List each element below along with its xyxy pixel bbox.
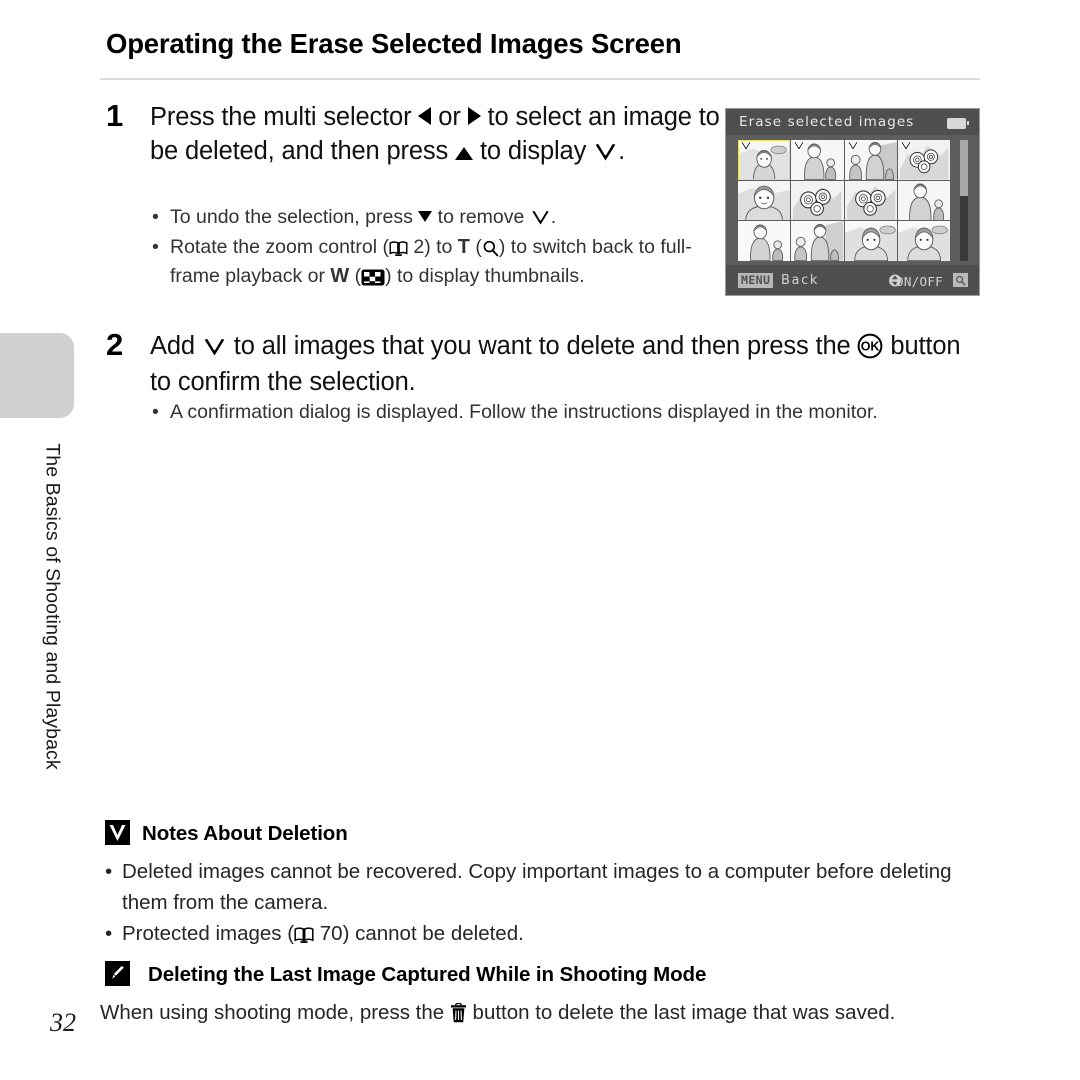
notes-list: • Deleted images cannot be recovered. Cop… xyxy=(100,856,980,949)
notes-page-ref: 70 xyxy=(319,922,343,945)
step-1-text-end: . xyxy=(618,137,626,165)
checkmark-icon xyxy=(202,337,227,364)
pencil-badge-icon xyxy=(105,961,130,986)
tip-paragraph: When using shooting mode, press the butt… xyxy=(100,997,980,1028)
step-1-bullets: • To undo the selection, press to remove … xyxy=(148,203,728,292)
step-2-text-middle: to all images that you want to delete an… xyxy=(226,332,858,360)
checkmark-icon xyxy=(793,141,806,151)
checkmark-icon xyxy=(740,141,752,151)
tip-text-after: button to delete the last image that was… xyxy=(466,1001,896,1024)
bullet-2-text-e: ) to display thumbnails. xyxy=(385,265,585,287)
bullet-dot: • xyxy=(105,922,113,945)
notes-item-text: Deleted images cannot be recovered. Copy… xyxy=(122,860,952,914)
bullet-2-text-b: ( xyxy=(469,236,482,258)
multi-selector-down-icon xyxy=(418,211,433,222)
notes-item: • Deleted images cannot be recovered. Cop… xyxy=(100,856,980,918)
bullet-2-text-d: ( xyxy=(349,265,362,287)
bullet-1-text-b: to remove xyxy=(432,206,530,228)
step-1-text-part-3: to display xyxy=(473,137,594,165)
step-2-number: 2 xyxy=(106,327,124,362)
step-1-text-or: or xyxy=(431,103,468,131)
thumbnail-item[interactable] xyxy=(897,180,950,221)
bullet-2-page-ref: 2) to xyxy=(407,236,458,258)
tip-text-before: When using shooting mode, press the xyxy=(100,1001,450,1024)
bullet-dot: • xyxy=(152,236,159,258)
checkmark-icon xyxy=(846,141,859,151)
book-icon xyxy=(294,926,314,948)
thumbnail-item[interactable] xyxy=(844,180,897,221)
page-content: Operating the Erase Selected Images Scre… xyxy=(100,0,980,1080)
tip-heading: Deleting the Last Image Captured While i… xyxy=(148,963,707,986)
ok-button-icon: OK xyxy=(857,333,883,365)
step-2-text: Add to all images that you want to delet… xyxy=(150,329,980,399)
notes-item-prefix: Protected images ( xyxy=(122,922,295,945)
camera-screen-illustration: Erase selected images MENU Back ON/OFF xyxy=(725,108,980,296)
step-2-bullet-1: • A confirmation dialog is displayed. Fol… xyxy=(148,398,978,427)
chapter-label: The Basics of Shooting and Playback xyxy=(41,443,64,770)
page-title: Operating the Erase Selected Images Scre… xyxy=(106,28,682,59)
thumbnail-item[interactable] xyxy=(791,180,844,221)
step-1-bullet-1: • To undo the selection, press to remove … xyxy=(148,203,728,232)
bullet-dot: • xyxy=(152,206,159,228)
notes-item-suffix: ) cannot be deleted. xyxy=(342,922,524,945)
bullet-1-text-c: . xyxy=(550,206,557,228)
thumbnail-item[interactable] xyxy=(897,140,950,180)
thumbnail-item[interactable] xyxy=(738,180,791,221)
camera-bottom-bar: MENU Back ON/OFF xyxy=(726,265,979,295)
thumbnail-item[interactable] xyxy=(844,140,897,180)
bullet-dot: • xyxy=(152,401,159,423)
menu-badge[interactable]: MENU xyxy=(738,273,774,288)
step-2-bullets: • A confirmation dialog is displayed. Fol… xyxy=(148,398,978,428)
checkmark-icon xyxy=(899,141,912,151)
thumbnail-item[interactable] xyxy=(791,221,844,261)
thumbnail-item[interactable] xyxy=(791,140,844,180)
notes-item: • Protected images ( 70) cannot be delete… xyxy=(100,918,980,949)
wide-letter: W xyxy=(330,265,350,287)
camera-scrollbar-thumb[interactable] xyxy=(960,140,968,196)
page-number: 32 xyxy=(50,1008,76,1037)
step-1-text: Press the multi selector or to select an… xyxy=(150,100,725,169)
step-1-bullet-2: • Rotate the zoom control ( 2) to T ( ) to… xyxy=(148,233,728,291)
bullet-1-text-a: To undo the selection, press xyxy=(170,206,419,228)
multi-selector-left-icon xyxy=(418,107,432,125)
thumbnail-icon xyxy=(361,269,385,291)
tele-letter: T xyxy=(457,236,470,258)
checkmark-icon xyxy=(593,142,618,169)
checkmark-badge-icon xyxy=(105,820,130,845)
onoff-label: ON/OFF xyxy=(896,274,943,289)
camera-scrollbar[interactable] xyxy=(960,140,968,261)
step-2-text-start: Add xyxy=(150,332,202,360)
book-icon xyxy=(389,240,408,261)
back-label: Back xyxy=(781,273,819,288)
title-divider xyxy=(100,78,980,80)
svg-text:OK: OK xyxy=(861,340,880,354)
camera-screen-title: Erase selected images xyxy=(739,114,915,130)
camera-title-bar: Erase selected images xyxy=(726,109,979,135)
thumbnail-item[interactable] xyxy=(738,140,791,180)
thumbnail-item[interactable] xyxy=(897,221,950,261)
magnifier-icon xyxy=(482,240,499,262)
checkmark-icon xyxy=(530,209,551,232)
bullet-dot: • xyxy=(105,860,113,883)
battery-icon xyxy=(947,118,969,129)
thumbnail-item[interactable] xyxy=(844,221,897,261)
multi-selector-right-icon xyxy=(467,107,481,125)
notes-heading: Notes About Deletion xyxy=(142,822,348,845)
trash-icon xyxy=(450,1002,467,1028)
magnifier-icon[interactable] xyxy=(953,273,968,287)
thumbnail-item[interactable] xyxy=(738,221,791,261)
step-2-bullet-1-text: A confirmation dialog is displayed. Foll… xyxy=(170,401,878,423)
step-1-text-part-1: Press the multi selector xyxy=(150,103,419,131)
thumbnail-grid xyxy=(738,140,950,261)
bullet-2-text-a: Rotate the zoom control ( xyxy=(170,236,389,258)
step-1-number: 1 xyxy=(106,98,124,133)
multi-selector-up-icon xyxy=(455,147,474,160)
